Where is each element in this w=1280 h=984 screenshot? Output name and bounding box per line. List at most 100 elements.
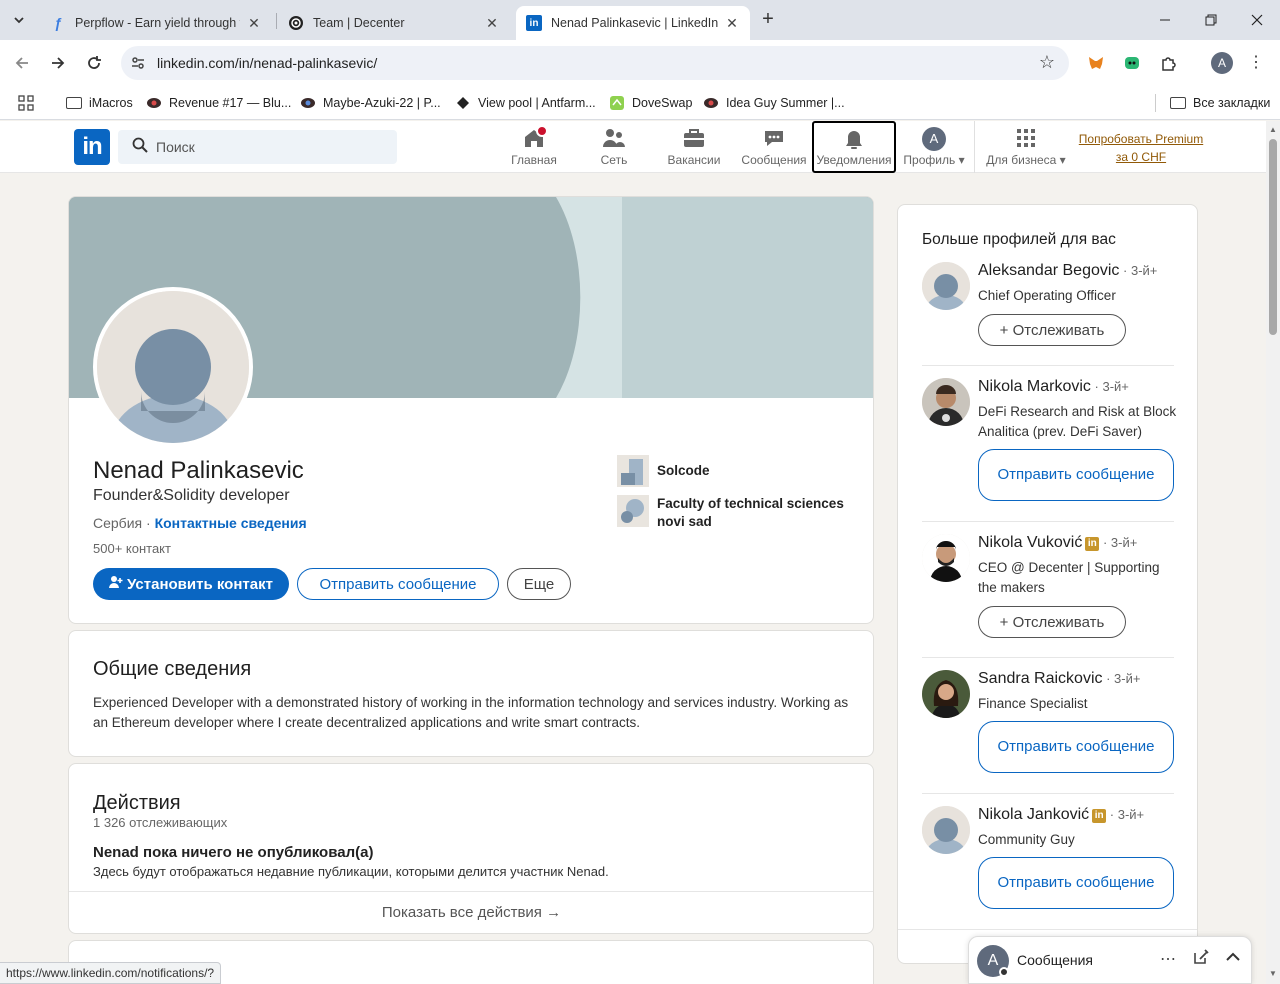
try-premium-link[interactable]: Попробовать Premium за 0 CHF	[1072, 130, 1210, 166]
org-solcode[interactable]: Solcode	[617, 455, 710, 487]
search-input[interactable]	[156, 136, 386, 158]
profile-name[interactable]: Sandra Raickovic · 3-й+	[978, 670, 1140, 688]
profile-photo[interactable]	[922, 378, 970, 426]
all-bookmarks[interactable]: Все закладки	[1170, 92, 1270, 114]
decenter-favicon-icon	[288, 15, 304, 31]
close-tab-icon[interactable]: ✕	[724, 15, 740, 32]
send-message-button[interactable]: Отправить сообщение	[297, 568, 499, 600]
follow-button[interactable]: + Отслеживать	[978, 606, 1126, 638]
new-tab-plus-icon[interactable]: +	[756, 8, 780, 32]
tab-linkedin[interactable]: in Nenad Palinkasevic | LinkedIn ✕	[516, 6, 750, 40]
reload-icon[interactable]	[82, 51, 106, 75]
more-options-icon[interactable]: ⋯	[1157, 949, 1179, 971]
back-arrow-icon[interactable]	[10, 51, 34, 75]
profile-location: Сербия	[93, 515, 143, 531]
chevron-up-icon[interactable]	[1222, 949, 1244, 971]
connection-degree: · 3-й+	[1090, 379, 1129, 394]
messaging-label[interactable]: Сообщения	[1017, 952, 1093, 968]
send-message-button[interactable]: Отправить сообщение	[978, 721, 1174, 773]
bookmark-label: iMacros	[89, 96, 133, 110]
nav-label: Сообщения	[741, 153, 807, 167]
bookmark-doveswap[interactable]: DoveSwap	[609, 92, 692, 114]
profile-avatar[interactable]	[93, 287, 253, 447]
messaging-overlay[interactable]: A Сообщения ⋯	[968, 936, 1252, 984]
page-scrollbar[interactable]: ▲ ▼	[1266, 121, 1280, 984]
nav-profile[interactable]: A Профиль ▾	[894, 121, 974, 173]
bookmark-label: Все закладки	[1193, 96, 1271, 110]
send-message-button[interactable]: Отправить сообщение	[978, 857, 1174, 909]
premium-badge-icon: in	[1092, 809, 1107, 823]
bookmark-idea-guy[interactable]: Idea Guy Summer |...	[703, 92, 845, 114]
bookmark-revenue[interactable]: Revenue #17 — Blu...	[146, 92, 291, 114]
linkedin-navbar: in Главная Сеть Вакансии Сообщения	[0, 121, 1266, 173]
folder-icon	[1170, 97, 1186, 109]
extensions-puzzle-icon[interactable]	[1158, 52, 1180, 74]
restore-icon[interactable]	[1188, 0, 1234, 40]
show-all-activity-button[interactable]: Показать все действия →	[69, 891, 873, 933]
profile-name[interactable]: Nikola Vuković in · 3-й+	[978, 534, 1137, 552]
nav-jobs[interactable]: Вакансии	[654, 121, 734, 173]
profile-card: Nenad Palinkasevic Founder&Solidity deve…	[68, 196, 874, 624]
nav-label: Профиль ▾	[903, 153, 965, 167]
apps-grid-icon[interactable]	[18, 92, 34, 114]
green-extension-icon[interactable]	[1121, 52, 1143, 74]
connect-label: Установить контакт	[127, 575, 273, 593]
bookmark-label: View pool | Antfarm...	[478, 96, 596, 110]
metamask-extension-icon[interactable]	[1085, 52, 1107, 74]
bookmark-star-icon[interactable]: ☆	[1039, 52, 1055, 73]
nav-divider	[974, 121, 975, 173]
linkedin-logo[interactable]: in	[74, 129, 110, 165]
search-box[interactable]	[118, 130, 397, 164]
address-bar[interactable]: linkedin.com/in/nenad-palinkasevic/ ☆	[121, 46, 1069, 80]
suggested-profile: Aleksandar Begovic · 3-й+ Chief Operatin…	[922, 262, 1174, 358]
site-settings-icon[interactable]	[130, 55, 146, 71]
profile-photo[interactable]	[922, 670, 970, 718]
activity-title: Действия	[93, 792, 181, 814]
tab-decenter[interactable]: Team | Decenter ✕	[278, 6, 510, 40]
profile-photo[interactable]	[922, 262, 970, 310]
profile-name[interactable]: Nikola Janković in · 3-й+	[978, 806, 1144, 824]
profile-photo[interactable]	[922, 534, 970, 582]
scrollbar-thumb[interactable]	[1269, 139, 1277, 335]
tab-perpflow[interactable]: ƒ Perpflow - Earn yield through fu ✕	[40, 6, 272, 40]
follow-button[interactable]: + Отслеживать	[978, 314, 1126, 346]
forward-arrow-icon[interactable]	[46, 51, 70, 75]
minimize-icon[interactable]	[1142, 0, 1188, 40]
bookmark-label: Revenue #17 — Blu...	[169, 96, 292, 110]
contact-info-link[interactable]: Контактные сведения	[155, 515, 307, 531]
profile-name[interactable]: Nikola Markovic · 3-й+	[978, 378, 1129, 396]
connect-button[interactable]: Установить контакт	[93, 568, 289, 600]
divider	[922, 793, 1174, 794]
tab-search-chevron-icon[interactable]	[6, 8, 32, 32]
nav-label: Сеть	[600, 153, 628, 167]
browser-profile-avatar[interactable]: A	[1211, 52, 1233, 74]
url-text[interactable]: linkedin.com/in/nenad-palinkasevic/	[157, 55, 377, 71]
suggested-profile: Nikola Janković in · 3-й+ Community Guy О…	[922, 806, 1174, 926]
send-message-button[interactable]: Отправить сообщение	[978, 449, 1174, 501]
profile-headline: Community Guy	[978, 832, 1075, 847]
nav-notifications[interactable]: Уведомления	[812, 121, 896, 173]
profile-name[interactable]: Aleksandar Begovic · 3-й+	[978, 262, 1157, 280]
more-button[interactable]: Еще	[507, 568, 571, 600]
close-tab-icon[interactable]: ✕	[484, 15, 500, 32]
bookmark-maybe-azuki[interactable]: Maybe-Azuki-22 | P...	[300, 92, 441, 114]
browser-menu-icon[interactable]: ⋮	[1248, 52, 1264, 74]
profile-photo[interactable]	[922, 806, 970, 854]
nav-messaging[interactable]: Сообщения	[734, 121, 814, 173]
close-window-icon[interactable]	[1234, 0, 1280, 40]
linkedin-favicon-icon: in	[526, 15, 542, 31]
nav-home[interactable]: Главная	[494, 121, 574, 173]
scroll-down-arrow-icon[interactable]: ▼	[1269, 969, 1277, 978]
bookmark-label: Idea Guy Summer |...	[726, 96, 845, 110]
browser-toolbar: linkedin.com/in/nenad-palinkasevic/ ☆ A …	[0, 40, 1280, 86]
org-faculty[interactable]: Faculty of technical sciences novi sad	[617, 495, 857, 531]
nav-for-business[interactable]: Для бизнеса ▾	[986, 121, 1066, 173]
no-posts-title: Nenad пока ничего не опубликовал(а)	[93, 844, 374, 861]
scroll-up-arrow-icon[interactable]: ▲	[1269, 125, 1277, 134]
compose-icon[interactable]	[1190, 949, 1212, 971]
bookmark-imacros[interactable]: iMacros	[66, 92, 133, 114]
nav-network[interactable]: Сеть	[574, 121, 654, 173]
bookmark-antfarm[interactable]: View pool | Antfarm...	[455, 92, 596, 114]
premium-badge-icon: in	[1085, 537, 1100, 551]
close-tab-icon[interactable]: ✕	[246, 15, 262, 32]
